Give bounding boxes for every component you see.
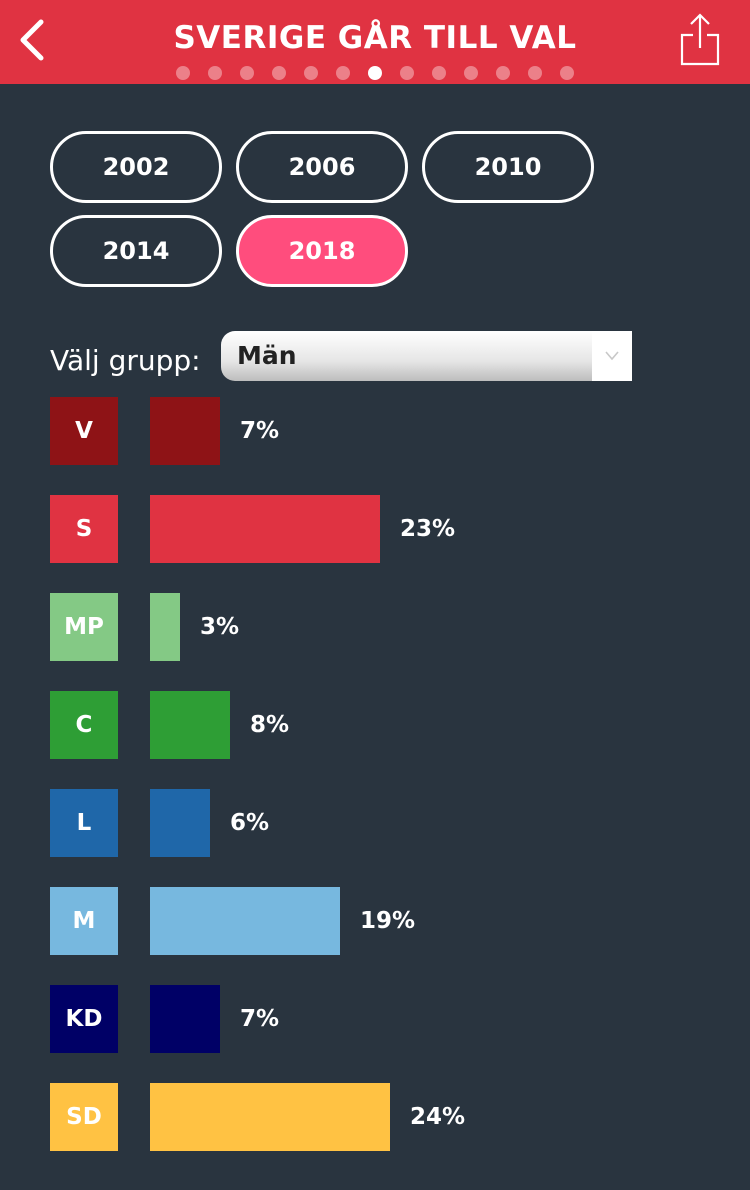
share-button[interactable] (672, 8, 728, 70)
page-dot[interactable] (336, 66, 350, 80)
page-dot[interactable] (432, 66, 446, 80)
bar-c (150, 691, 230, 759)
value-label-m: 19% (360, 908, 416, 934)
page-dot[interactable] (560, 66, 574, 80)
bar-v (150, 397, 220, 465)
value-label-kd: 7% (240, 1006, 280, 1032)
page-dot[interactable] (304, 66, 318, 80)
page-dot[interactable] (400, 66, 414, 80)
bar-kd (150, 985, 220, 1053)
group-label: Välj grupp: (50, 344, 201, 377)
page-dot[interactable] (240, 66, 254, 80)
party-label-m: M (50, 887, 118, 955)
bar-sd (150, 1083, 390, 1151)
year-button-2006[interactable]: 2006 (236, 131, 408, 203)
page-dot[interactable] (496, 66, 510, 80)
party-label-kd: KD (50, 985, 118, 1053)
year-button-2018[interactable]: 2018 (236, 215, 408, 287)
party-label-s: S (50, 495, 118, 563)
chevron-down-icon (605, 351, 619, 361)
page-title: SVERIGE GÅR TILL VAL (173, 20, 577, 56)
bar-l (150, 789, 210, 857)
party-label-v: V (50, 397, 118, 465)
page-dot[interactable] (272, 66, 286, 80)
value-label-s: 23% (400, 516, 456, 542)
party-label-c: C (50, 691, 118, 759)
dropdown-arrow (592, 331, 632, 381)
value-label-l: 6% (230, 810, 270, 836)
value-label-sd: 24% (410, 1104, 466, 1130)
bar-mp (150, 593, 180, 661)
page-dot[interactable] (464, 66, 478, 80)
year-button-2014[interactable]: 2014 (50, 215, 222, 287)
value-label-v: 7% (240, 418, 280, 444)
page-dot[interactable] (368, 66, 382, 80)
year-button-2002[interactable]: 2002 (50, 131, 222, 203)
bar-m (150, 887, 340, 955)
top-bar: SVERIGE GÅR TILL VAL (0, 0, 750, 84)
value-label-mp: 3% (200, 614, 240, 640)
party-label-sd: SD (50, 1083, 118, 1151)
group-dropdown-value: Män (237, 341, 297, 370)
party-label-l: L (50, 789, 118, 857)
party-label-mp: MP (50, 593, 118, 661)
page-indicator (0, 66, 750, 80)
value-label-c: 8% (250, 712, 290, 738)
page-dot[interactable] (176, 66, 190, 80)
year-button-2010[interactable]: 2010 (422, 131, 594, 203)
bar-s (150, 495, 380, 563)
page-dot[interactable] (528, 66, 542, 80)
group-dropdown[interactable]: Män (221, 331, 632, 381)
share-icon (680, 13, 720, 66)
page-dot[interactable] (208, 66, 222, 80)
